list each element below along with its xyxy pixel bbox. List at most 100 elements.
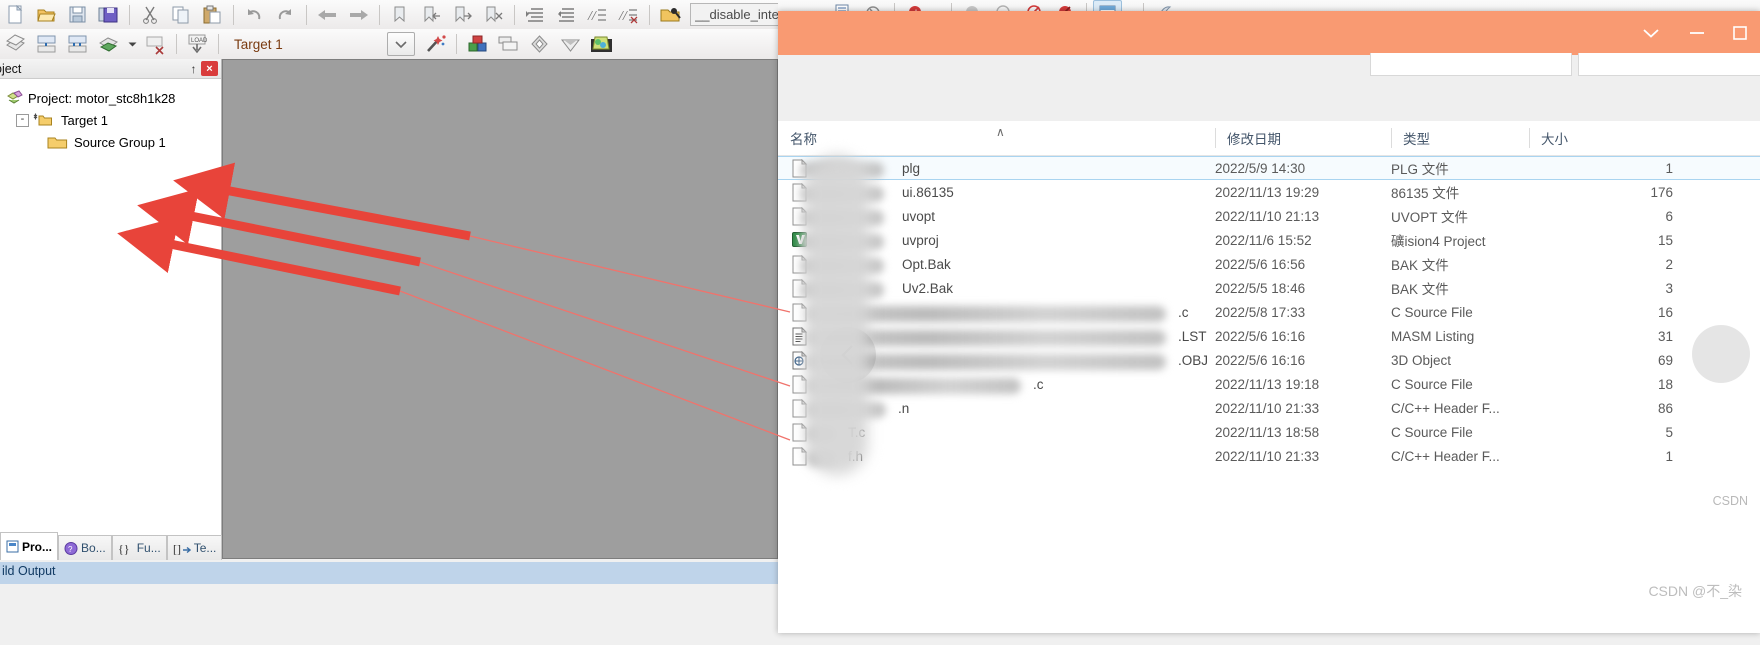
column-header-size[interactable]: 大小: [1529, 121, 1679, 155]
file-list-row[interactable]: .OBJ 2022/5/6 16:16 3D Object 69: [778, 348, 1760, 372]
file-date-cell: 2022/5/6 16:16: [1215, 352, 1306, 368]
file-date-cell: 2022/5/5 18:46: [1215, 280, 1306, 296]
file-list-row[interactable]: .c 2022/11/13 19:18 C Source File 18: [778, 372, 1760, 396]
target-folder-icon: [33, 113, 52, 126]
column-header-name[interactable]: 名称 ∧: [778, 121, 1215, 155]
column-header-row: 名称 ∧ 修改日期 类型 大小: [778, 121, 1760, 156]
file-size-cell: 86: [1657, 400, 1673, 416]
new-file-icon[interactable]: [1, 1, 30, 28]
bookmark-prev-icon[interactable]: [417, 1, 446, 28]
project-icon: [7, 90, 23, 104]
file-size-cell: 15: [1657, 232, 1673, 248]
save-all-icon[interactable]: [94, 1, 123, 28]
download-icon[interactable]: LOAD: [183, 31, 212, 58]
paste-icon[interactable]: [198, 1, 227, 28]
file-type-cell: C Source File: [1391, 376, 1473, 392]
file-size-cell: 1: [1665, 160, 1673, 176]
file-list-row[interactable]: uvopt 2022/11/10 21:13 UVOPT 文件 6: [778, 204, 1760, 228]
copy-icon[interactable]: [167, 1, 196, 28]
project-pane-tabbar: Pro... ? Bo... {} Fu... [] Te...: [0, 532, 223, 560]
file-list-row[interactable]: .n 2022/11/10 21:33 C/C++ Header F... 86: [778, 396, 1760, 420]
column-header-type[interactable]: 类型: [1391, 121, 1529, 155]
tree-item-project[interactable]: Project: motor_stc8h1k28: [0, 87, 221, 109]
target-dropdown[interactable]: [386, 32, 415, 56]
bookmark-next-icon[interactable]: [448, 1, 477, 28]
multi-project-icon[interactable]: [494, 31, 523, 58]
file-date-cell: 2022/5/6 16:16: [1215, 328, 1306, 344]
rebuild-icon[interactable]: [63, 31, 92, 58]
search-bar-slot[interactable]: [1578, 53, 1760, 76]
toolbar-separator: [514, 4, 515, 25]
svcs-icon[interactable]: [556, 31, 585, 58]
watermark-outer: CSDN @不_染: [1648, 583, 1742, 599]
file-list-row[interactable]: uvproj 2022/11/6 15:52 礦ision4 Project 15: [778, 228, 1760, 252]
build-icon[interactable]: [32, 31, 61, 58]
file-list-row[interactable]: Uv2.Bak 2022/5/5 18:46 BAK 文件 3: [778, 276, 1760, 300]
outdent-icon[interactable]: [552, 1, 581, 28]
manage-components-icon[interactable]: [463, 31, 492, 58]
toolbar-separator: [649, 4, 650, 25]
file-list-row[interactable]: T.c2022/11/13 18:58C Source File5: [778, 420, 1760, 444]
sidebar-item-templates-tab[interactable]: [] Te...: [166, 535, 223, 560]
column-divider[interactable]: [1215, 128, 1216, 148]
svg-text://: //: [618, 9, 628, 24]
file-type-cell: UVOPT 文件: [1391, 210, 1469, 225]
back-icon[interactable]: [313, 1, 342, 28]
comment-icon[interactable]: //: [583, 1, 612, 28]
stop-build-icon[interactable]: [141, 31, 170, 58]
file-list-row[interactable]: ui.86135 2022/11/13 19:29 86135 文件 176: [778, 180, 1760, 204]
sidebar-item-project-tab[interactable]: Pro...: [0, 532, 59, 560]
batch-build-dropdown-icon[interactable]: [125, 31, 139, 58]
bookmark-clear-icon[interactable]: [479, 1, 508, 28]
column-header-date[interactable]: 修改日期: [1215, 121, 1391, 155]
toolbar-separator: [306, 4, 307, 25]
file-type-cell: 86135 文件: [1391, 186, 1460, 201]
file-size-cell: 69: [1657, 352, 1673, 368]
file-size-cell: 18: [1657, 376, 1673, 392]
tree-item-target[interactable]: - Target 1: [0, 109, 221, 131]
pin-icon[interactable]: ↑: [186, 61, 201, 76]
sidebar-item-books-tab[interactable]: ? Bo...: [58, 535, 112, 560]
file-name-suffix: .OBJ: [1178, 352, 1209, 368]
manage-rte-icon[interactable]: [587, 31, 616, 58]
tree-expander[interactable]: -: [16, 113, 29, 127]
file-date-cell: 2022/11/10 21:33: [1215, 448, 1320, 464]
cut-icon[interactable]: [136, 1, 165, 28]
file-name-suffix: plg: [902, 160, 921, 176]
tree-item-label: Project: motor_stc8h1k28: [28, 90, 176, 106]
undo-icon[interactable]: [240, 1, 269, 28]
redo-icon[interactable]: [271, 1, 300, 28]
indent-icon[interactable]: [521, 1, 550, 28]
translate-icon[interactable]: [1, 31, 30, 58]
address-bar-slot[interactable]: [1370, 53, 1572, 76]
forward-icon[interactable]: [344, 1, 373, 28]
file-list-row[interactable]: Opt.Bak 2022/5/6 16:56 BAK 文件 2: [778, 252, 1760, 276]
ribbon-expand-button[interactable]: [1628, 11, 1674, 55]
file-list-row[interactable]: .LST 2022/5/6 16:16 MASM Listing 31: [778, 324, 1760, 348]
close-icon[interactable]: ×: [201, 61, 218, 76]
column-divider[interactable]: [1529, 128, 1530, 148]
file-type-cell: MASM Listing: [1391, 328, 1475, 344]
minimize-button[interactable]: [1674, 11, 1720, 55]
file-list-row[interactable]: .c 2022/5/8 17:33 C Source File 16: [778, 300, 1760, 324]
open-include-file-icon[interactable]: [656, 1, 685, 28]
file-list[interactable]: plg 2022/5/9 14:30 PLG 文件 1 ui.86135 2022/11/…: [778, 156, 1760, 468]
file-list-row[interactable]: plg 2022/5/9 14:30 PLG 文件 1: [778, 156, 1760, 180]
magic-wand-icon[interactable]: [421, 31, 450, 58]
pack-installer-icon[interactable]: [525, 31, 554, 58]
bookmark-toggle-icon[interactable]: [386, 1, 415, 28]
file-type-cell: C/C++ Header F...: [1391, 400, 1500, 416]
sort-ascending-caret-icon: ∧: [996, 125, 1005, 139]
project-pane: oject ↑ × Project: motor_stc8h1k28 - Tar…: [0, 59, 222, 560]
sidebar-item-functions-tab[interactable]: {} Fu...: [111, 535, 167, 560]
uncomment-icon[interactable]: //: [614, 1, 643, 28]
column-divider[interactable]: [1391, 128, 1392, 148]
batch-build-icon[interactable]: [94, 31, 123, 58]
open-file-icon[interactable]: [32, 1, 61, 28]
save-icon[interactable]: [63, 1, 92, 28]
tree-item-source-group[interactable]: Source Group 1: [0, 131, 221, 153]
file-list-row[interactable]: f.h2022/11/10 21:33C/C++ Header F...1: [778, 444, 1760, 468]
maximize-button[interactable]: [1720, 11, 1760, 55]
tab-label: Bo...: [81, 541, 106, 555]
folder-icon: [47, 137, 68, 149]
